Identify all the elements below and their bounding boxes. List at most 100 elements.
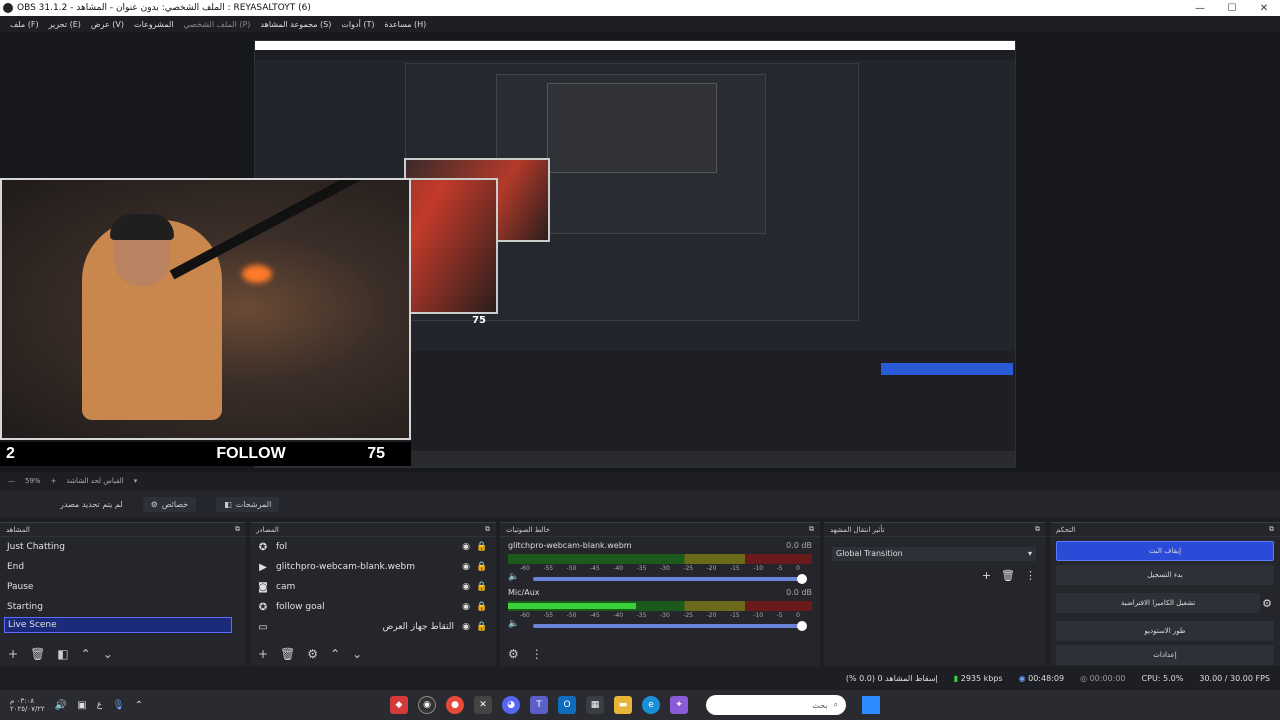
meter-tick: -60 <box>520 565 530 572</box>
trash-icon[interactable]: 🗑 <box>30 647 45 661</box>
store-icon[interactable]: ▦ <box>586 696 604 714</box>
properties-button[interactable]: ⚙ خصائص <box>142 496 197 512</box>
studio-mode-button[interactable]: طور الاستوديو <box>1056 621 1274 641</box>
discord-icon[interactable]: ◕ <box>502 696 520 714</box>
move-up-icon[interactable]: ⌃ <box>330 647 340 661</box>
eye-icon[interactable]: ◉ <box>458 542 474 552</box>
popout-icon[interactable]: ⧉ <box>1035 525 1040 534</box>
scene-item-active[interactable]: Live Scene <box>4 617 232 633</box>
volume-slider[interactable] <box>533 574 808 584</box>
trash-icon[interactable]: 🗑 <box>1001 569 1015 582</box>
zoom-out-icon[interactable]: — <box>8 477 15 485</box>
lock-icon[interactable]: 🔒 <box>474 562 490 572</box>
close-button[interactable]: ✕ <box>1248 3 1280 14</box>
obs-logo-icon <box>3 3 13 13</box>
lock-icon[interactable]: 🔒 <box>474 602 490 612</box>
popout-icon[interactable]: ⧉ <box>809 525 814 534</box>
more-options-icon[interactable]: ⋮ <box>531 647 543 661</box>
eye-icon[interactable]: ◉ <box>458 562 474 572</box>
popout-icon[interactable]: ⧉ <box>1269 525 1274 534</box>
source-item[interactable]: ▭ التقاط جهاز العرض ◉ 🔒 <box>250 617 496 637</box>
add-icon[interactable]: + <box>8 647 18 661</box>
add-icon[interactable]: + <box>982 569 991 582</box>
start-virtual-camera-button[interactable]: تشغيل الكاميرا الافتراضية <box>1056 593 1261 613</box>
filter-icon[interactable]: ◧ <box>57 647 68 661</box>
scene-item[interactable]: Starting <box>0 597 246 617</box>
source-item[interactable]: ▶ glitchpro-webcam-blank.webm ◉ 🔒 <box>250 557 496 577</box>
minimize-button[interactable]: — <box>1184 3 1216 14</box>
menu-view[interactable]: عرض (V) <box>91 20 124 29</box>
gear-icon[interactable]: ⚙ <box>307 647 318 661</box>
volume-slider[interactable] <box>533 621 808 631</box>
menu-docks[interactable]: المشروعات <box>134 20 173 29</box>
speaker-icon[interactable]: 🔈 <box>508 572 519 582</box>
lock-icon[interactable]: 🔒 <box>474 582 490 592</box>
source-item[interactable]: ✪ follow goal ◉ 🔒 <box>250 597 496 617</box>
eye-icon[interactable]: ◉ <box>458 622 474 632</box>
taskbar-search[interactable]: بحث ⌕ <box>706 695 846 715</box>
trash-icon[interactable]: 🗑 <box>280 647 295 661</box>
more-options-icon[interactable]: ⋮ <box>1025 569 1036 582</box>
camera-source-icon: ◙ <box>258 581 268 593</box>
menu-tools[interactable]: أدوات (T) <box>341 20 374 29</box>
zoom-in-icon[interactable]: + <box>51 477 57 485</box>
eye-icon[interactable]: ◉ <box>458 602 474 612</box>
meter-ticks: -60 -55 -50 -45 -40 -35 -30 -25 -20 -15 -10 -5 0 <box>508 565 812 572</box>
windows-start-icon[interactable] <box>862 696 880 714</box>
popout-icon[interactable]: ⧉ <box>235 525 240 534</box>
scene-item[interactable]: End <box>0 557 246 577</box>
outlook-icon[interactable]: O <box>558 696 576 714</box>
source-item[interactable]: ✪ fol ◉ 🔒 <box>250 537 496 557</box>
capcut-icon[interactable]: ✕ <box>474 696 492 714</box>
eye-icon[interactable]: ◉ <box>458 582 474 592</box>
transition-select[interactable]: Global Transition ▾ <box>832 547 1036 561</box>
start-recording-button[interactable]: بدء التسجيل <box>1056 565 1274 585</box>
chrome-icon[interactable]: ● <box>446 696 464 714</box>
teams-icon[interactable]: T <box>530 696 548 714</box>
stop-streaming-button[interactable]: إيقاف البث <box>1056 541 1274 561</box>
language-indicator[interactable]: ع <box>97 700 102 710</box>
zoom-label[interactable]: القياس لحد الشاشة <box>66 477 123 485</box>
app-icon[interactable]: ◆ <box>390 696 408 714</box>
popout-icon[interactable]: ⧉ <box>485 525 490 534</box>
move-up-icon[interactable]: ⌃ <box>81 647 91 661</box>
edge-icon[interactable]: e <box>642 696 660 714</box>
mixer-settings-icon[interactable]: ⚙ <box>508 647 519 661</box>
mic-icon[interactable]: 🎙 <box>112 700 125 711</box>
maximize-button[interactable]: ☐ <box>1216 3 1248 14</box>
browser-source-icon: ✪ <box>258 541 268 553</box>
speaker-icon[interactable]: 🔈 <box>508 619 519 629</box>
clock[interactable]: ٠٣:٠٨ م ٢٠٢٥/٠٧/٢٢ <box>10 697 45 713</box>
meter-tick: -10 <box>753 565 764 572</box>
window-titlebar: OBS 31.1.2 - الملف الشخصي: بدون عنوان - … <box>0 0 1280 16</box>
source-item[interactable]: ◙ cam ◉ 🔒 <box>250 577 496 597</box>
lock-icon[interactable]: 🔒 <box>474 542 490 552</box>
scene-item[interactable]: Pause <box>0 577 246 597</box>
webcam-source[interactable] <box>0 178 411 440</box>
obs-icon[interactable]: ◉ <box>418 696 436 714</box>
gear-icon[interactable]: ⚙ <box>1262 597 1272 610</box>
move-down-icon[interactable]: ⌄ <box>103 647 113 661</box>
menu-edit[interactable]: تحرير (E) <box>49 20 81 29</box>
folder-icon[interactable]: ▬ <box>614 696 632 714</box>
signal-icon: ▮ <box>953 673 959 683</box>
settings-button[interactable]: إعدادات <box>1056 645 1274 665</box>
menu-scene-collection[interactable]: مجموعة المشاهد (S) <box>260 20 331 29</box>
menu-profile[interactable]: الملف الشخصي (P) <box>183 20 250 29</box>
rec-time: ◎ 00:00:00 <box>1080 673 1126 683</box>
lock-icon[interactable]: 🔒 <box>474 622 490 632</box>
menu-file[interactable]: ملف (F) <box>10 20 39 29</box>
move-down-icon[interactable]: ⌄ <box>352 647 362 661</box>
preview-area[interactable]: 75 2 FOLLOW 75 <box>0 32 1280 472</box>
chevron-up-icon[interactable]: ⌃ <box>135 700 143 711</box>
scene-item[interactable]: Just Chatting <box>0 537 246 557</box>
volume-icon[interactable]: 🔊 <box>55 700 67 711</box>
volume-meter <box>508 601 812 611</box>
add-icon[interactable]: + <box>258 647 268 661</box>
display-icon[interactable]: ▣ <box>77 700 86 711</box>
meter-tick: -25 <box>683 565 694 572</box>
filters-button[interactable]: ◧ المرشحات <box>216 496 280 512</box>
chevron-down-icon[interactable]: ▾ <box>134 477 138 485</box>
copilot-icon[interactable]: ✦ <box>670 696 688 714</box>
menu-help[interactable]: مساعدة (H) <box>384 20 426 29</box>
